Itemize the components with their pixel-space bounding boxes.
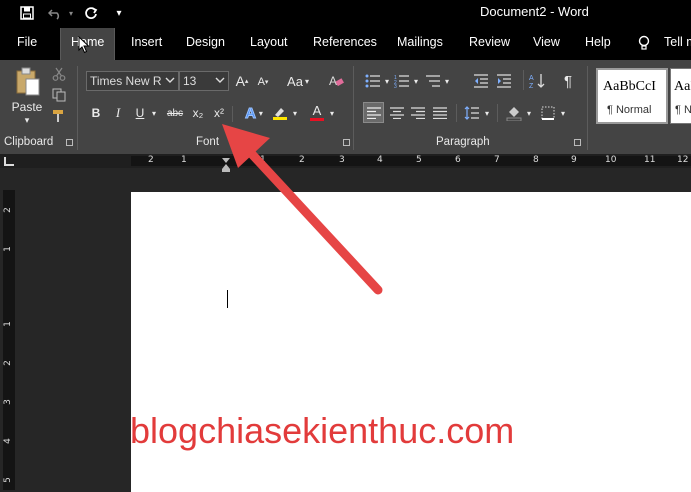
red-arrow-icon — [222, 124, 383, 295]
